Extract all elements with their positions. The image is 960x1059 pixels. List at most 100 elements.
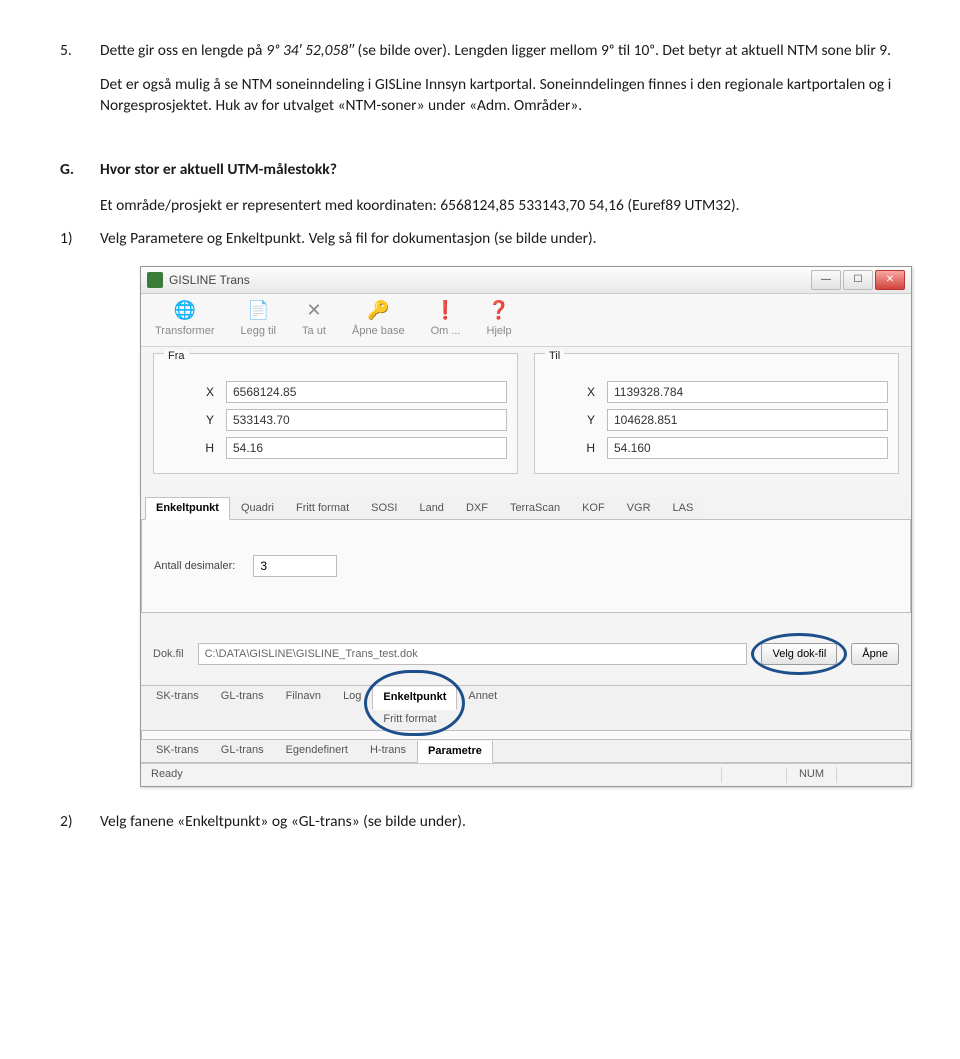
toolbar-transformer-label: Transformer <box>155 324 215 339</box>
tabs1-tab-0[interactable]: Enkeltpunkt <box>145 497 230 520</box>
tabs1-tab-6[interactable]: TerraScan <box>499 497 571 519</box>
help-icon: ❓ <box>487 298 511 322</box>
decimals-input[interactable] <box>253 555 337 577</box>
window-controls: — ☐ ✕ <box>809 270 905 290</box>
tabs3-tab-2[interactable]: Egendefinert <box>275 740 359 762</box>
minimize-button[interactable]: — <box>811 270 841 290</box>
toolbar-apne-base[interactable]: 🔑 Åpne base <box>352 298 405 339</box>
tabs2-tab-6[interactable]: Annet <box>457 686 508 730</box>
globe-icon: 🌐 <box>173 298 197 322</box>
to-label: Til <box>545 350 564 362</box>
from-y-input[interactable] <box>226 409 507 431</box>
key-icon: 🔑 <box>366 298 390 322</box>
toolbar: 🌐 Transformer 📄 Legg til ✕ Ta ut 🔑 Åpne … <box>141 294 911 346</box>
dok-path-field[interactable]: C:\DATA\GISLINE\GISLINE_Trans_test.dok <box>198 643 748 665</box>
from-h-input[interactable] <box>226 437 507 459</box>
status-spacer-2 <box>836 767 901 782</box>
tabs3-tab-0[interactable]: SK-trans <box>145 740 210 762</box>
to-h-input[interactable] <box>607 437 888 459</box>
to-x-input[interactable] <box>607 381 888 403</box>
coordinates-panel: Fra X Y H Til X <box>141 347 911 490</box>
close-button[interactable]: ✕ <box>875 270 905 290</box>
item5-length: 9ᵒ 34′ 52,058′′ <box>266 41 354 60</box>
enkeltpunkt-panel: Antall desimaler: <box>141 520 911 613</box>
step1-text: Velg Parametere og Enkeltpunkt. Velg så … <box>100 228 900 250</box>
tabs3-tab-1[interactable]: GL-trans <box>210 740 275 762</box>
from-box: Fra X Y H <box>153 353 518 474</box>
tabs3-tab-3[interactable]: H-trans <box>359 740 417 762</box>
app-title: GISLINE Trans <box>169 272 809 289</box>
velg-dok-button[interactable]: Velg dok-fil <box>761 643 837 665</box>
to-y-label: Y <box>545 412 607 429</box>
tabs1-tab-2[interactable]: Fritt format <box>285 497 360 519</box>
dok-row: Dok.fil C:\DATA\GISLINE\GISLINE_Trans_te… <box>141 637 911 685</box>
middle-tab-body <box>141 731 911 739</box>
decimals-label: Antall desimaler: <box>154 559 235 574</box>
from-x-input[interactable] <box>226 381 507 403</box>
toolbar-legg-til-label: Legg til <box>241 324 276 339</box>
toolbar-apne-base-label: Åpne base <box>352 324 405 339</box>
step2-text: Velg fanene «Enkeltpunkt» og «GL-trans» … <box>100 811 900 833</box>
item5-para2: Det er også mulig å se NTM soneinndeling… <box>100 74 900 117</box>
toolbar-hjelp[interactable]: ❓ Hjelp <box>487 298 512 339</box>
velg-dok-circle: Velg dok-fil <box>761 643 837 665</box>
status-ready: Ready <box>151 767 195 782</box>
tabs2-tab-2[interactable]: Filnavn <box>275 686 332 730</box>
from-h-label: H <box>164 440 226 457</box>
item5-body: Dette gir oss en lengde på 9ᵒ 34′ 52,058… <box>100 40 900 129</box>
section-g: G. Hvor stor er aktuell UTM-målestokk? <box>60 159 900 181</box>
doc-step-1: 1) Velg Parametere og Enkeltpunkt. Velg … <box>60 228 900 250</box>
section-g-num: G. <box>60 159 100 181</box>
to-y-input[interactable] <box>607 409 888 431</box>
maximize-button[interactable]: ☐ <box>843 270 873 290</box>
to-x-label: X <box>545 384 607 401</box>
status-bar: Ready NUM <box>141 763 911 785</box>
item5-text-a: Dette gir oss en lengde på <box>100 41 266 60</box>
tabs1-tab-8[interactable]: VGR <box>616 497 662 519</box>
tabs1-tab-3[interactable]: SOSI <box>360 497 408 519</box>
tabs2-tab-4[interactable]: Enkeltpunkt <box>372 687 457 709</box>
status-spacer-1 <box>721 767 786 782</box>
toolbar-om-label: Om ... <box>431 324 461 339</box>
from-label: Fra <box>164 350 189 362</box>
tabs2-tab-5[interactable]: Fritt format <box>372 709 457 730</box>
apne-button[interactable]: Åpne <box>851 643 899 665</box>
status-num: NUM <box>786 767 836 782</box>
toolbar-ta-ut[interactable]: ✕ Ta ut <box>302 298 326 339</box>
from-y-label: Y <box>164 412 226 429</box>
toolbar-legg-til[interactable]: 📄 Legg til <box>241 298 276 339</box>
bottom-tabstrip: SK-transGL-transEgendefinertH-transParam… <box>141 739 911 763</box>
tabs1-tab-5[interactable]: DXF <box>455 497 499 519</box>
app-icon <box>147 272 163 288</box>
tabs1-tab-1[interactable]: Quadri <box>230 497 285 519</box>
item5-number: 5. <box>60 40 100 129</box>
add-file-icon: 📄 <box>246 298 270 322</box>
step1-number: 1) <box>60 228 100 250</box>
info-icon: ❗ <box>434 298 458 322</box>
tabs2-tab-1[interactable]: GL-trans <box>210 686 275 730</box>
tabs2-circle: EnkeltpunktFritt format <box>372 686 457 730</box>
remove-icon: ✕ <box>302 298 326 322</box>
step2-number: 2) <box>60 811 100 833</box>
dok-label: Dok.fil <box>153 647 184 662</box>
tabs1-tab-7[interactable]: KOF <box>571 497 616 519</box>
doc-item-5: 5. Dette gir oss en lengde på 9ᵒ 34′ 52,… <box>60 40 900 129</box>
toolbar-transformer[interactable]: 🌐 Transformer <box>155 298 215 339</box>
tabs1-tab-4[interactable]: Land <box>408 497 454 519</box>
section-g-text: Et område/prosjekt er representert med k… <box>100 195 900 217</box>
tabs1-tab-9[interactable]: LAS <box>662 497 705 519</box>
item5-text-b: (se bilde over). Lengden ligger mellom 9… <box>358 41 891 60</box>
toolbar-om[interactable]: ❗ Om ... <box>431 298 461 339</box>
section-g-title: Hvor stor er aktuell UTM-målestokk? <box>100 159 900 181</box>
toolbar-hjelp-label: Hjelp <box>487 324 512 339</box>
tabs2-tab-0[interactable]: SK-trans <box>145 686 210 730</box>
tabs2-tab-3[interactable]: Log <box>332 686 372 730</box>
titlebar: GISLINE Trans — ☐ ✕ <box>141 267 911 294</box>
from-x-label: X <box>164 384 226 401</box>
tabs3-tab-4[interactable]: Parametre <box>417 741 493 763</box>
toolbar-ta-ut-label: Ta ut <box>302 324 326 339</box>
app-window: GISLINE Trans — ☐ ✕ 🌐 Transformer 📄 Legg… <box>140 266 912 787</box>
middle-tabstrip: SK-transGL-transFilnavnLogEnkeltpunktFri… <box>141 685 911 731</box>
format-tabstrip: EnkeltpunktQuadriFritt formatSOSILandDXF… <box>141 496 911 520</box>
doc-step-2: 2) Velg fanene «Enkeltpunkt» og «GL-tran… <box>60 811 900 833</box>
